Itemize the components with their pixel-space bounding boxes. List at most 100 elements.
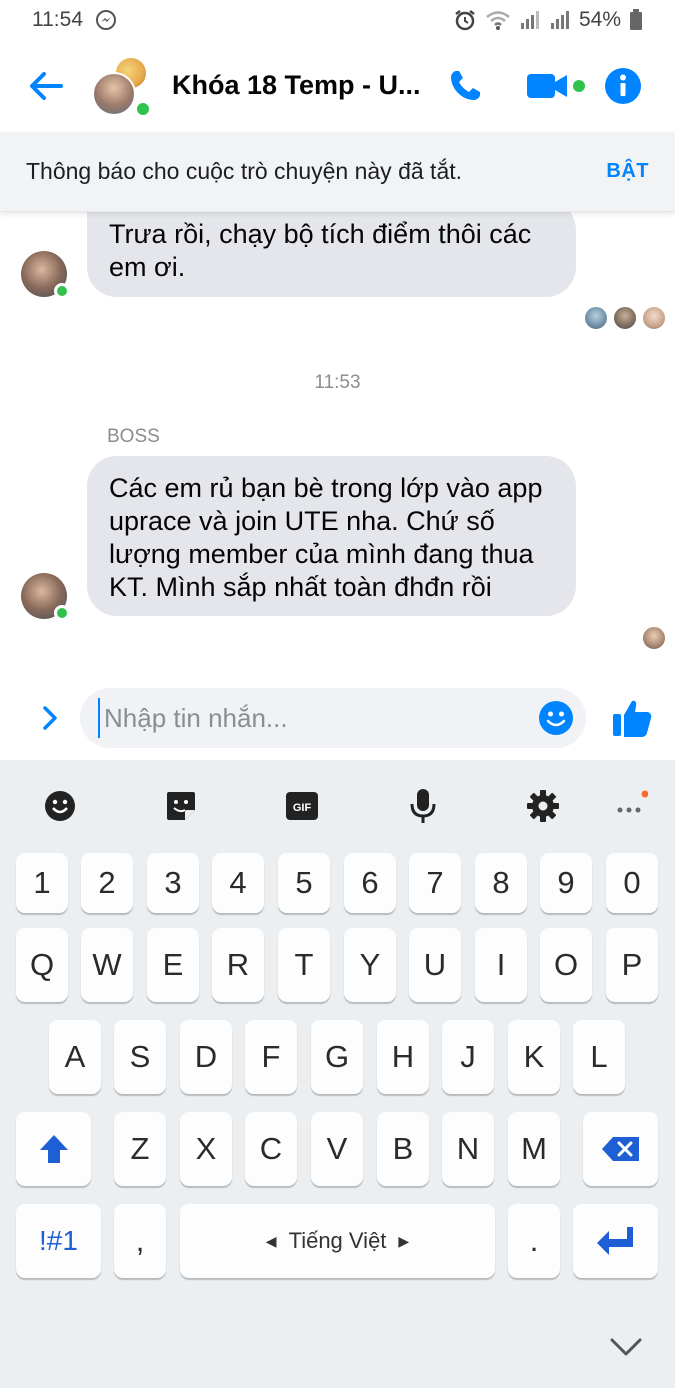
key-s[interactable]: S bbox=[114, 1020, 166, 1094]
key-n[interactable]: N bbox=[442, 1112, 494, 1186]
space-key-label: Tiếng Việt bbox=[288, 1228, 387, 1253]
language-next-icon: ▶ bbox=[398, 1232, 410, 1249]
key-p[interactable]: P bbox=[606, 928, 658, 1002]
key-2[interactable]: 2 bbox=[81, 853, 133, 913]
key-m[interactable]: M bbox=[508, 1112, 560, 1186]
key-j[interactable]: J bbox=[442, 1020, 494, 1094]
key-b[interactable]: B bbox=[377, 1112, 429, 1186]
message-bubble[interactable]: Trưa rồi, chạy bộ tích điểm thôi các em … bbox=[87, 200, 576, 297]
period-key[interactable]: . bbox=[508, 1204, 560, 1278]
online-indicator bbox=[54, 605, 70, 621]
key-0[interactable]: 0 bbox=[606, 853, 658, 913]
backspace-icon bbox=[601, 1137, 639, 1161]
emoji-icon bbox=[45, 791, 75, 821]
key-u[interactable]: U bbox=[409, 928, 461, 1002]
sender-avatar[interactable] bbox=[21, 573, 70, 621]
comma-key[interactable]: , bbox=[114, 1204, 166, 1278]
key-5[interactable]: 5 bbox=[278, 853, 330, 913]
online-indicator bbox=[54, 283, 70, 299]
kb-gif-button[interactable]: GIF bbox=[282, 786, 322, 826]
key-7[interactable]: 7 bbox=[409, 853, 461, 913]
shift-arrow-icon bbox=[39, 1135, 68, 1163]
gif-icon: GIF bbox=[286, 792, 318, 820]
key-l[interactable]: L bbox=[573, 1020, 625, 1094]
key-w[interactable]: W bbox=[81, 928, 133, 1002]
back-button[interactable] bbox=[22, 64, 70, 108]
key-3[interactable]: 3 bbox=[147, 853, 199, 913]
message-text-line: em ơi. bbox=[109, 252, 186, 282]
group-avatar[interactable] bbox=[90, 56, 154, 120]
video-call-button[interactable] bbox=[522, 62, 588, 110]
member-avatar bbox=[92, 72, 136, 116]
key-c[interactable]: C bbox=[245, 1112, 297, 1186]
info-icon bbox=[605, 68, 641, 104]
enter-key[interactable] bbox=[573, 1204, 658, 1278]
chat-title[interactable]: Khóa 18 Temp - U... bbox=[172, 70, 421, 101]
key-h[interactable]: H bbox=[377, 1020, 429, 1094]
key-9[interactable]: 9 bbox=[540, 853, 592, 913]
battery-percent: 54% bbox=[578, 8, 621, 31]
key-o[interactable]: O bbox=[540, 928, 592, 1002]
key-z[interactable]: Z bbox=[114, 1112, 166, 1186]
key-i[interactable]: I bbox=[475, 928, 527, 1002]
kb-emoji-button[interactable] bbox=[40, 786, 80, 826]
phone-icon bbox=[451, 71, 480, 100]
emoji-button[interactable] bbox=[538, 700, 574, 736]
kb-more-button[interactable] bbox=[610, 786, 650, 826]
alarm-icon bbox=[453, 8, 477, 32]
video-active-dot bbox=[573, 80, 585, 92]
key-1[interactable]: 1 bbox=[16, 853, 68, 913]
key-g[interactable]: G bbox=[311, 1020, 363, 1094]
key-a[interactable]: A bbox=[49, 1020, 101, 1094]
key-d[interactable]: D bbox=[180, 1020, 232, 1094]
hide-keyboard-button[interactable] bbox=[606, 1332, 646, 1364]
status-time: 11:54 bbox=[32, 8, 83, 31]
kb-settings-button[interactable] bbox=[523, 786, 563, 826]
key-r[interactable]: R bbox=[212, 928, 264, 1002]
read-receipt-avatar bbox=[642, 306, 666, 330]
messenger-notification-icon bbox=[95, 9, 117, 31]
message-text-line: Các em rủ bạn bè trong lớp vào app bbox=[109, 473, 543, 503]
chevron-right-icon bbox=[43, 706, 57, 730]
message-text-line: uprace và join UTE nha. Chứ số bbox=[109, 506, 495, 536]
key-k[interactable]: K bbox=[508, 1020, 560, 1094]
sender-avatar[interactable] bbox=[21, 251, 70, 299]
back-arrow-icon bbox=[30, 72, 63, 100]
message-text-line: KT. Mình sắp nhất toàn đhđn rồi bbox=[109, 572, 492, 602]
message-text-line: lượng member của mình đang thua bbox=[109, 539, 534, 569]
key-y[interactable]: Y bbox=[344, 928, 396, 1002]
read-receipt-avatar bbox=[642, 626, 666, 650]
key-e[interactable]: E bbox=[147, 928, 199, 1002]
key-t[interactable]: T bbox=[278, 928, 330, 1002]
key-6[interactable]: 6 bbox=[344, 853, 396, 913]
unmute-button[interactable]: BẬT bbox=[606, 160, 649, 183]
voice-call-button[interactable] bbox=[440, 62, 490, 110]
key-4[interactable]: 4 bbox=[212, 853, 264, 913]
message-text-line: Trưa rồi, chạy bộ tích điểm thôi các bbox=[109, 219, 532, 249]
more-dots-icon bbox=[617, 790, 648, 813]
message-bubble[interactable]: Các em rủ bạn bè trong lớp vào app uprac… bbox=[87, 456, 576, 616]
info-button[interactable] bbox=[600, 62, 646, 110]
message-field bbox=[80, 688, 586, 748]
message-input[interactable] bbox=[98, 698, 518, 738]
enter-arrow-icon bbox=[596, 1227, 633, 1255]
like-button[interactable] bbox=[610, 696, 654, 740]
symbols-key[interactable]: !#1 bbox=[16, 1204, 101, 1278]
chat-header: Khóa 18 Temp - U... bbox=[0, 40, 675, 132]
wifi-icon bbox=[485, 9, 511, 31]
keyboard: GIF 1 2 3 4 5 6 7 8 9 0 Q W E R T Y U I … bbox=[0, 760, 675, 1388]
expand-actions-button[interactable] bbox=[34, 700, 66, 736]
shift-key[interactable] bbox=[16, 1112, 91, 1186]
muted-notification-text: Thông báo cho cuộc trò chuyện này đã tắt… bbox=[26, 158, 463, 184]
language-prev-icon: ◀ bbox=[265, 1232, 277, 1249]
kb-sticker-button[interactable] bbox=[161, 786, 201, 826]
key-8[interactable]: 8 bbox=[475, 853, 527, 913]
kb-voice-button[interactable] bbox=[403, 786, 443, 826]
backspace-key[interactable] bbox=[583, 1112, 658, 1186]
space-key[interactable]: ◀ Tiếng Việt ▶ bbox=[180, 1204, 495, 1278]
sticker-icon bbox=[167, 792, 195, 820]
key-f[interactable]: F bbox=[245, 1020, 297, 1094]
key-x[interactable]: X bbox=[180, 1112, 232, 1186]
key-v[interactable]: V bbox=[311, 1112, 363, 1186]
key-q[interactable]: Q bbox=[16, 928, 68, 1002]
